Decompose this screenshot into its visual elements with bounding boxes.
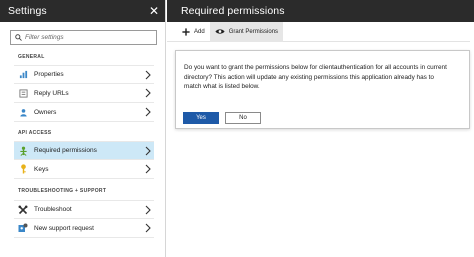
- no-button[interactable]: No: [225, 112, 261, 124]
- sidebar-item-label: Owners: [34, 108, 57, 116]
- command-bar: Add Grant Permissions: [167, 21, 470, 42]
- add-label: Add: [194, 28, 205, 35]
- settings-header: Settings ✕: [0, 0, 165, 22]
- filter-settings-search[interactable]: [10, 30, 157, 45]
- filter-settings-input[interactable]: [25, 34, 145, 41]
- add-button[interactable]: Add: [177, 22, 210, 42]
- reply-urls-icon: [18, 88, 28, 98]
- group-label-api-access: API ACCESS: [18, 130, 52, 136]
- sidebar-item-label: Properties: [34, 71, 64, 78]
- chevron-right-icon: [145, 107, 151, 117]
- keys-icon: [18, 164, 28, 174]
- grant-permissions-dialog: Do you want to grant the permissions bel…: [175, 50, 470, 129]
- chevron-right-icon: [145, 223, 151, 233]
- required-permissions-blade: Required permissions Add Grant Permissio…: [167, 0, 474, 257]
- sidebar-item-troubleshoot[interactable]: Troubleshoot: [14, 200, 154, 219]
- required-permissions-icon: [18, 146, 28, 156]
- chevron-right-icon: [145, 146, 151, 156]
- add-icon: [182, 27, 190, 36]
- group-troubleshooting-support: Troubleshoot New support request: [14, 200, 154, 238]
- chevron-right-icon: [145, 164, 151, 174]
- sidebar-item-label: New support request: [34, 224, 94, 232]
- troubleshoot-icon: [18, 205, 28, 215]
- sidebar-item-required-permissions[interactable]: Required permissions: [14, 141, 154, 160]
- sidebar-item-properties[interactable]: Properties: [14, 65, 154, 84]
- settings-blade: Settings ✕ GENERAL Properties Reply URLs: [0, 0, 166, 257]
- dialog-message: Do you want to grant the permissions bel…: [184, 64, 447, 90]
- group-general: Properties Reply URLs Owners: [14, 65, 154, 122]
- grant-permissions-button[interactable]: Grant Permissions: [209, 21, 284, 42]
- grant-permissions-label: Grant Permissions: [228, 28, 279, 35]
- sidebar-item-owners[interactable]: Owners: [14, 103, 154, 122]
- group-api-access: Required permissions Keys: [14, 141, 154, 179]
- sidebar-item-reply-urls[interactable]: Reply URLs: [14, 84, 154, 103]
- group-label-general: GENERAL: [18, 54, 45, 60]
- chevron-right-icon: [145, 70, 151, 80]
- settings-title: Settings: [8, 5, 47, 17]
- close-icon[interactable]: ✕: [149, 5, 159, 17]
- properties-icon: [18, 70, 28, 80]
- sidebar-item-new-support-request[interactable]: New support request: [14, 219, 154, 238]
- yes-button[interactable]: Yes: [183, 112, 219, 124]
- support-request-icon: [18, 223, 28, 233]
- sidebar-item-label: Troubleshoot: [34, 206, 72, 213]
- required-permissions-header: Required permissions: [167, 0, 474, 22]
- search-icon: [15, 34, 22, 41]
- group-label-troubleshooting-support: TROUBLESHOOTING + SUPPORT: [18, 188, 107, 194]
- owners-icon: [18, 107, 28, 117]
- sidebar-item-label: Required permissions: [34, 147, 97, 154]
- dialog-buttons: Yes No: [183, 112, 261, 124]
- sidebar-item-label: Reply URLs: [34, 89, 69, 97]
- eye-icon: [215, 29, 225, 34]
- required-permissions-title: Required permissions: [181, 5, 285, 17]
- sidebar-item-label: Keys: [34, 165, 49, 173]
- sidebar-item-keys[interactable]: Keys: [14, 160, 154, 179]
- chevron-right-icon: [145, 88, 151, 98]
- chevron-right-icon: [145, 205, 151, 215]
